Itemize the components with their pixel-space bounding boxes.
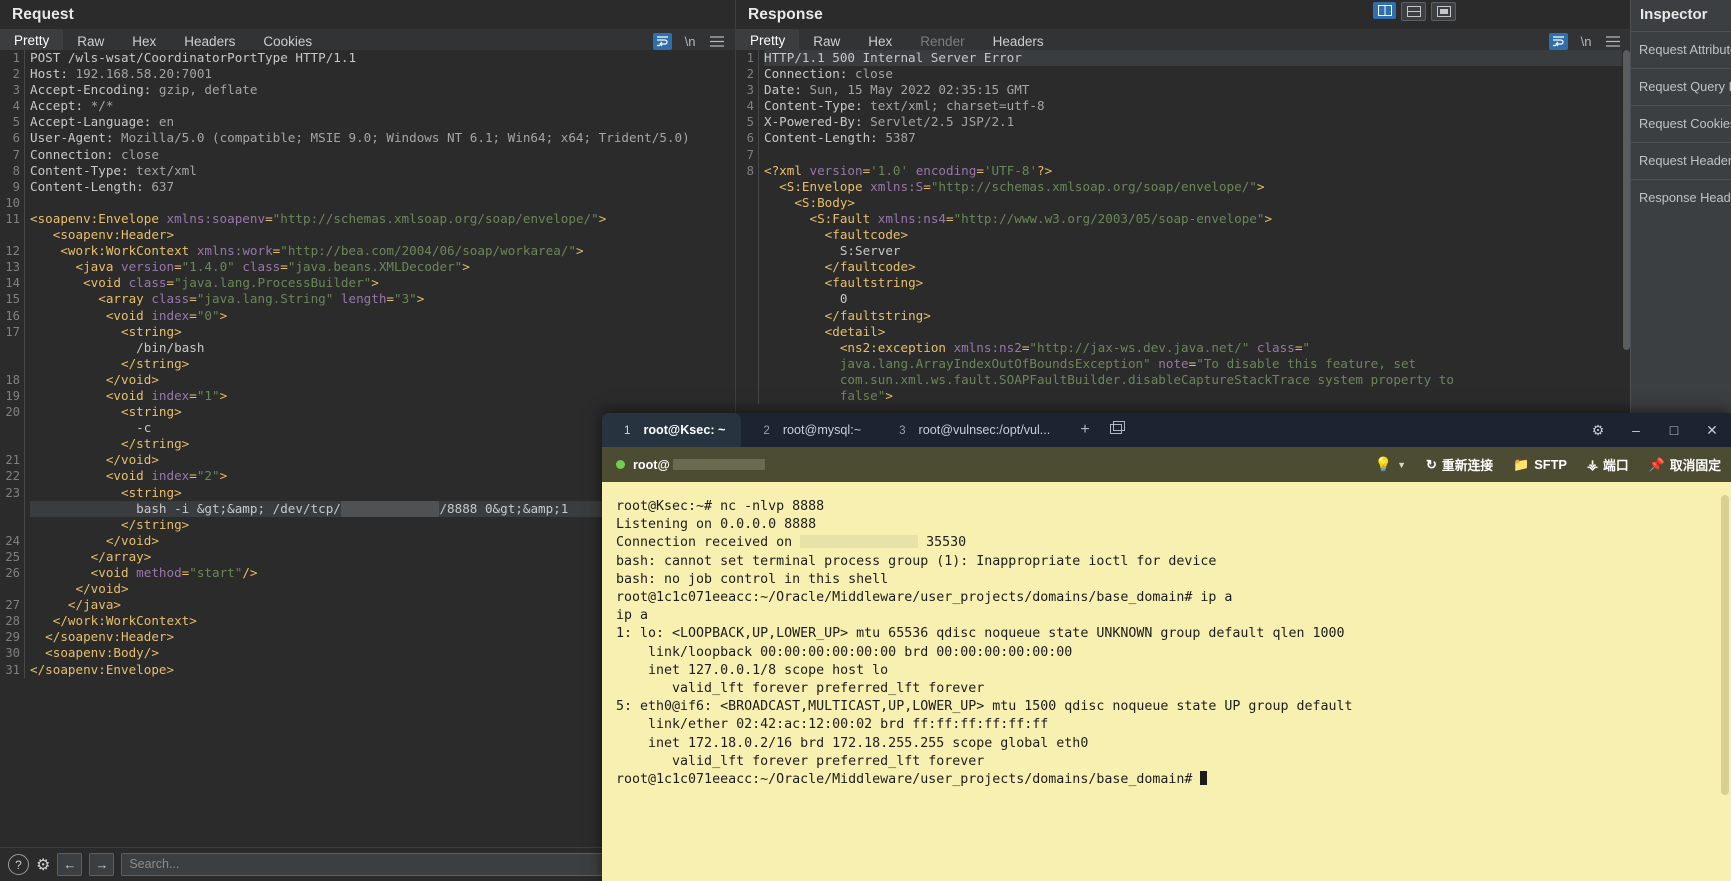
inspector-title: Inspector (1640, 6, 1708, 23)
terminal-tab-2[interactable]: 2 root@mysql:~ (741, 413, 877, 447)
inspector-item-request-query-parameters[interactable]: Request Query Parameters (1631, 68, 1731, 105)
terminal-toolbar-actions: 💡 ▼ ↻ 重新连接 📁 SFTP ⚶ 端口 📌 取消固定 (1375, 455, 1721, 474)
close-button[interactable]: ✕ (1693, 413, 1731, 447)
terminal-tab-3[interactable]: 3 root@vulnsec:/opt/vul... (877, 413, 1066, 447)
app-root: Request Pretty Raw Hex Headers Cookies \… (0, 0, 1731, 881)
terminal-tabbar: 1 root@Ksec: ~ 2 root@mysql:~ 3 root@vul… (602, 413, 1731, 447)
pin-icon: 📌 (1648, 456, 1665, 472)
terminal-toolbar: root@ 💡 ▼ ↻ 重新连接 📁 SFTP ⚶ 端口 📌 取消固定 (602, 447, 1731, 482)
newline-toggle-icon[interactable]: \n (681, 34, 699, 50)
request-gutter: 1 2 3 4 5 6 7 8 9 10 11 12 13 14 15 16 17 18 19 20 21 22 23… (0, 50, 25, 678)
folder-icon: 📁 (1513, 456, 1530, 472)
plug-icon: ⚶ (1586, 456, 1599, 472)
minimize-button[interactable]: – (1617, 413, 1655, 447)
plus-icon[interactable]: + (1080, 421, 1089, 439)
sftp-label: SFTP (1534, 457, 1567, 472)
split-horizontal-icon[interactable] (1401, 2, 1426, 21)
terminal-tab-3-number: 3 (899, 423, 906, 437)
split-vertical-icon[interactable] (1373, 2, 1396, 19)
layout-buttons (1373, 2, 1456, 21)
terminal-host-user: root@ (633, 457, 670, 472)
newline-toggle-icon[interactable]: \n (1577, 34, 1595, 50)
gear-icon[interactable]: ⚙ (1579, 413, 1617, 447)
refresh-icon: ↻ (1425, 456, 1437, 472)
terminal-tab-1-label: root@Ksec: ~ (643, 423, 726, 437)
terminal-tab-1-number: 1 (624, 423, 631, 437)
reconnect-button[interactable]: ↻ 重新连接 (1426, 455, 1493, 474)
terminal-tab-1[interactable]: 1 root@Ksec: ~ (602, 413, 742, 447)
lightbulb-button[interactable]: 💡 ▼ (1375, 456, 1406, 473)
port-label: 端口 (1603, 458, 1629, 473)
wrap-lines-icon[interactable] (653, 33, 672, 50)
response-code: 12345678 HTTP/1.1 500 Internal Server Er… (736, 50, 1631, 405)
connected-dot-icon (616, 460, 625, 469)
terminal-window: 1 root@Ksec: ~ 2 root@mysql:~ 3 root@vul… (602, 413, 1731, 881)
maximize-button[interactable]: □ (1655, 413, 1693, 447)
inspector-item-request-cookies[interactable]: Request Cookies (1631, 105, 1731, 142)
forward-button[interactable]: → (89, 853, 115, 876)
response-gutter: 12345678 (736, 50, 759, 405)
wrap-lines-icon[interactable] (1549, 33, 1568, 50)
lightbulb-icon: 💡 (1374, 456, 1393, 472)
terminal-output[interactable]: root@Ksec:~# nc -nlvp 8888 Listening on 0… (602, 482, 1731, 881)
terminal-host-label: root@ (633, 458, 765, 472)
back-button[interactable]: ← (57, 853, 83, 876)
inspector-item-request-headers[interactable]: Request Headers (1631, 142, 1731, 179)
terminal-tab-2-number: 2 (763, 423, 770, 437)
hamburger-menu-icon[interactable] (708, 34, 726, 50)
help-icon[interactable]: ? (8, 854, 29, 875)
hamburger-menu-icon[interactable] (1604, 34, 1622, 50)
chevron-down-icon: ▼ (1397, 459, 1406, 470)
terminal-host-redacted (672, 459, 765, 470)
terminal-scrollbar-thumb[interactable] (1721, 495, 1729, 795)
reconnect-label: 重新连接 (1441, 458, 1494, 473)
unpin-label: 取消固定 (1669, 458, 1721, 473)
gear-icon[interactable]: ⚙ (36, 855, 50, 875)
inspector-item-request-attributes[interactable]: Request Attributes (1631, 31, 1731, 68)
unpin-button[interactable]: 📌 取消固定 (1649, 455, 1721, 474)
single-pane-icon[interactable] (1431, 2, 1456, 21)
response-title: Response (748, 6, 823, 23)
terminal-scrollbar[interactable] (1721, 487, 1729, 877)
sftp-button[interactable]: 📁 SFTP (1513, 457, 1567, 473)
response-scrollbar-thumb[interactable] (1623, 50, 1630, 350)
terminal-tab-3-label: root@vulnsec:/opt/vul... (918, 423, 1051, 437)
port-button[interactable]: ⚶ 端口 (1587, 455, 1629, 474)
response-lines: HTTP/1.1 500 Internal Server Error Connec… (759, 50, 1631, 404)
new-window-icon[interactable] (1109, 420, 1125, 440)
request-title: Request (12, 6, 74, 23)
inspector-item-response-headers[interactable]: Response Headers (1631, 179, 1731, 216)
terminal-tab-buttons: + (1066, 413, 1125, 447)
terminal-tab-2-label: root@mysql:~ (782, 423, 862, 437)
terminal-window-buttons: ⚙ – □ ✕ (1579, 413, 1731, 447)
